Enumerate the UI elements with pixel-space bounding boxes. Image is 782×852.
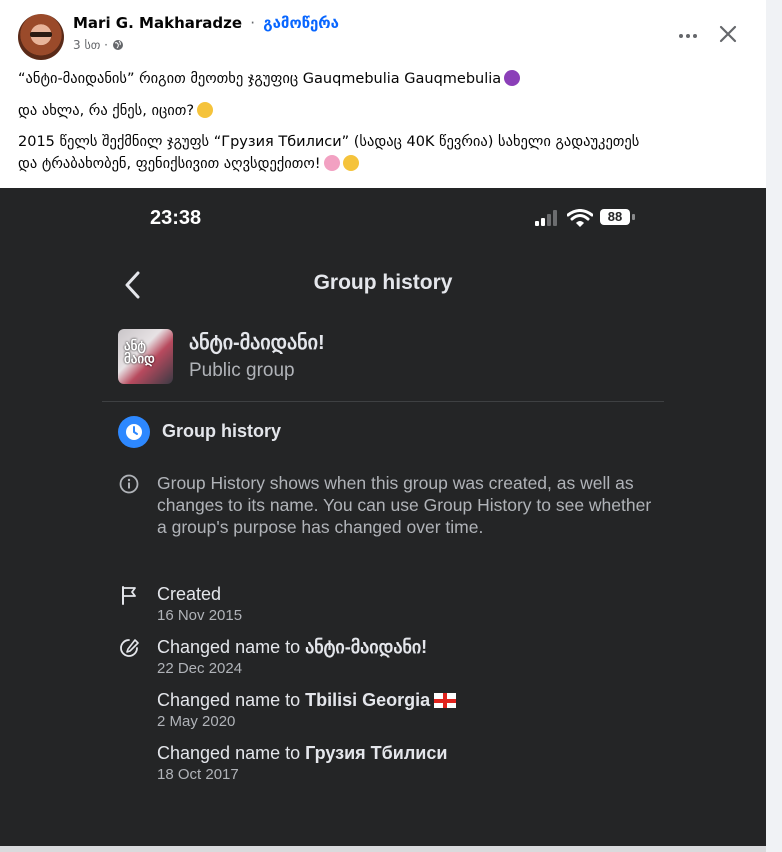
wifi-icon — [567, 209, 593, 227]
follow-button[interactable]: გამოწერა — [263, 14, 339, 32]
post-header: Mari G. Makharadze · გამოწერა 3 სთ · — [18, 12, 758, 62]
post-text-line-1: “ანტი-მაიდანის” რიგით მეოთხე ჯგუფიც Gauq… — [18, 68, 758, 90]
page-title: Group history — [313, 271, 453, 294]
event-group-name: ანტი-მაიდანი! — [305, 637, 428, 657]
event-prefix: Changed name to — [157, 690, 306, 710]
post-text-line-1-content: “ანტი-მაიდანის” რიგით მეოთხე ჯგუფიც Gauq… — [18, 71, 502, 87]
battery-level: 88 — [600, 209, 630, 225]
event-group-name: Tbilisi Georgia — [305, 690, 431, 710]
history-event-date: 2 May 2020 — [157, 713, 236, 730]
history-event-title: Changed name to Грузия Тбилиси — [157, 743, 447, 764]
facebook-post: Mari G. Makharadze · გამოწერა 3 სთ · “ან… — [0, 0, 766, 852]
georgia-flag-icon — [434, 693, 457, 708]
scrollbar-track[interactable] — [0, 846, 766, 852]
battery-cap — [632, 214, 635, 220]
divider — [102, 401, 664, 402]
upside-down-face-emoji-icon — [342, 155, 359, 171]
event-prefix: Changed name to — [157, 637, 306, 657]
event-prefix: Created — [157, 584, 222, 604]
post-text-line-2: და ახლა, რა ქნეს, იცით? — [18, 100, 758, 122]
history-event-date: 16 Nov 2015 — [157, 607, 243, 624]
post-meta: 3 სთ · — [73, 38, 124, 52]
post-text-line-2-content: და ახლა, რა ქნეს, იცით? — [18, 103, 195, 119]
laughing-emoji-icon — [197, 102, 214, 118]
close-icon[interactable] — [716, 22, 740, 46]
post-text-line-3a: 2015 წელს შექმნილ ჯგუფს “Грузия Тбилиси”… — [18, 134, 640, 150]
devil-emoji-icon — [504, 70, 521, 86]
group-cover-thumbnail[interactable]: ანტ მაიდ — [118, 329, 173, 384]
section-title: Group history — [162, 421, 282, 441]
post-text-line-3b: და ტრაბახობენ, ფენიქსივით აღვსდექითო! — [18, 156, 321, 172]
group-name[interactable]: ანტი-მაიდანი! — [189, 330, 325, 355]
phone-screenshot[interactable]: 23:38 88 Group history ანტ მაიდ ანტი-მაი… — [0, 188, 766, 852]
clown-emoji-icon — [323, 155, 340, 171]
history-event-title: Created — [157, 584, 221, 605]
history-event-date: 22 Dec 2024 — [157, 660, 243, 677]
clock-glyph — [126, 424, 142, 440]
history-event-title: Changed name to Tbilisi Georgia — [157, 690, 457, 711]
history-event-title: Changed name to ანტი-მაიდანი! — [157, 637, 427, 658]
history-event-date: 18 Oct 2017 — [157, 766, 239, 783]
status-bar-time: 23:38 — [150, 207, 202, 229]
globe-icon — [112, 40, 123, 50]
author-name[interactable]: Mari G. Makharadze — [73, 14, 242, 32]
group-history-description: Group History shows when this group was … — [157, 473, 652, 537]
clock-icon — [118, 416, 150, 448]
event-prefix: Changed name to — [157, 743, 306, 763]
info-icon — [119, 474, 139, 494]
battery-icon: 88 — [600, 209, 638, 227]
flag-icon — [122, 586, 136, 605]
separator-dot: · — [250, 14, 256, 32]
post-time[interactable]: 3 სთ · — [73, 38, 108, 52]
group-thumbnail-text: ანტ მაიდ — [124, 338, 155, 366]
more-dots-glyph — [679, 34, 697, 38]
edit-name-icon — [120, 639, 139, 657]
cellular-signal-icon — [535, 210, 557, 226]
more-options-icon[interactable] — [676, 24, 700, 48]
avatar[interactable] — [18, 14, 64, 60]
author-line: Mari G. Makharadze · გამოწერა — [73, 14, 339, 32]
post-text-paragraph: 2015 წელს შექმნილ ჯგუფს “Грузия Тбилиси”… — [18, 131, 758, 175]
event-group-name: Грузия Тбилиси — [305, 743, 448, 763]
group-privacy-type: Public group — [189, 360, 295, 381]
